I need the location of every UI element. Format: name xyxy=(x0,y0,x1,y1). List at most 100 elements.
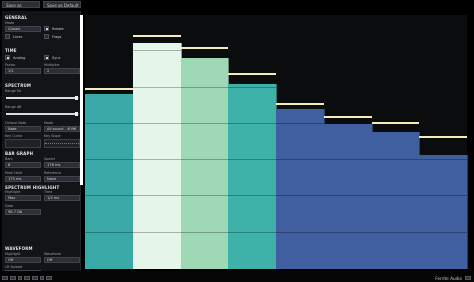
bar-grid-line xyxy=(180,159,229,161)
reference-select[interactable]: None xyxy=(44,176,80,182)
sh-time-input[interactable]: 1/2 ms xyxy=(44,195,80,201)
sync-label: Sync xyxy=(52,55,61,60)
key-slope-label: Key Slope xyxy=(44,134,61,138)
sh-time-label: Time xyxy=(44,190,53,194)
bars-icon[interactable] xyxy=(24,276,30,280)
peak-hold-label: Peak Hold xyxy=(5,171,22,175)
bar-grid-line xyxy=(228,122,276,124)
spectrum-bar xyxy=(323,124,373,269)
wf-waveform-select[interactable]: Off xyxy=(44,257,80,263)
bars-input[interactable]: 8 xyxy=(5,162,41,168)
settings-panel: GENERAL Mode Classic Rotate Lines Flags … xyxy=(2,11,81,275)
flags-checkbox[interactable] xyxy=(44,34,49,39)
bar-grid-line xyxy=(371,195,420,197)
bar-grid-line xyxy=(132,122,181,124)
camera-icon[interactable] xyxy=(46,276,52,280)
bar-grid-line xyxy=(132,50,181,52)
bar-grid-line xyxy=(85,159,133,161)
section-waveform-title: WAVEFORM xyxy=(5,246,33,251)
bar-grid-line xyxy=(371,159,420,161)
window-icon[interactable] xyxy=(2,276,8,280)
bar-grid-line xyxy=(85,122,133,124)
resize-icon[interactable] xyxy=(465,276,471,280)
peak-hold-marker xyxy=(323,115,372,118)
lr-spread-label: LR Spread xyxy=(5,265,23,269)
speed-input[interactable]: 176 ms xyxy=(44,162,80,168)
octave-select[interactable]: Note xyxy=(5,126,41,132)
bar-grid-line xyxy=(419,159,467,161)
lines-checkbox[interactable] xyxy=(5,34,10,39)
panel-scrollbar-thumb[interactable] xyxy=(80,15,83,185)
factor-select[interactable]: 1/1 xyxy=(5,68,41,74)
bar-grid-line xyxy=(228,86,276,88)
multiplier-input[interactable]: 2 xyxy=(44,68,80,74)
bar-grid-line xyxy=(276,195,324,197)
bar-grid-line xyxy=(180,122,229,124)
ratio-icon[interactable] xyxy=(10,276,16,280)
range-db-slider[interactable] xyxy=(6,112,79,116)
grid-icon[interactable] xyxy=(32,276,38,280)
bar-grid-line xyxy=(180,195,229,197)
range-db-label: Range dB xyxy=(5,105,22,109)
spectrum-mode-select[interactable]: All sound - 4096 xyxy=(44,126,80,132)
bar-grid-line xyxy=(323,159,372,161)
brand-label: Ferrite Audio xyxy=(435,276,462,281)
spectrum-bar xyxy=(85,93,134,269)
speed-label: Speed xyxy=(44,157,55,161)
bar-grid-line xyxy=(85,231,133,233)
range-hz-slider-handle[interactable] xyxy=(75,96,79,100)
range-hz-slider[interactable] xyxy=(6,96,79,100)
spectrum-bar xyxy=(371,131,421,269)
spectrum-mode-label: Mode xyxy=(44,121,54,125)
wf-highlight-select[interactable]: Off xyxy=(5,257,41,263)
section-general-title: GENERAL xyxy=(5,15,28,20)
key-slope-line xyxy=(45,143,79,144)
save-as-button[interactable]: Save as xyxy=(2,1,40,8)
bar-grid-line xyxy=(132,231,181,233)
octave-label: Octave Note xyxy=(5,121,27,125)
sh-highlight-select[interactable]: Max xyxy=(5,195,41,201)
range-hz-label: Range Hz xyxy=(5,89,22,93)
bar-grid-line xyxy=(323,195,372,197)
section-bar-graph-title: BAR GRAPH xyxy=(5,151,34,156)
bar-grid-line xyxy=(228,159,276,161)
spectrum-bar xyxy=(228,83,277,269)
bar-grid-line xyxy=(180,86,229,88)
peak-hold-marker xyxy=(85,87,133,90)
spectrum-bar-chart: 20501002005001k2k5k10k20k xyxy=(85,15,468,275)
section-spectrum-title: SPECTRUM xyxy=(5,83,32,88)
bar-grid-line xyxy=(228,195,276,197)
range-db-slider-fill xyxy=(6,113,77,115)
panel-icon[interactable] xyxy=(18,276,22,280)
mode-select[interactable]: Classic xyxy=(5,26,41,32)
footer-bar: Ferrite Audio xyxy=(0,271,474,282)
range-db-slider-handle[interactable] xyxy=(75,112,79,116)
bars-label: Bars xyxy=(5,157,13,161)
spectrum-bar xyxy=(132,42,182,269)
record-icon[interactable] xyxy=(40,276,44,280)
analog-checkbox[interactable] xyxy=(5,55,10,60)
factor-label: Factor xyxy=(5,63,16,67)
key-curve-graph[interactable] xyxy=(5,139,41,148)
save-as-default-button[interactable]: Save as Default xyxy=(43,1,81,8)
sync-checkbox[interactable] xyxy=(44,55,49,60)
peak-hold-input[interactable]: 175 ms xyxy=(5,176,41,182)
bar-grid-line xyxy=(132,86,181,88)
key-curve-label: Key Curve xyxy=(5,134,23,138)
panel-scrollbar[interactable] xyxy=(80,15,83,185)
bar-grid-line xyxy=(132,195,181,197)
bar-grid-line xyxy=(276,122,324,124)
wf-waveform-label: Waveform xyxy=(44,252,62,256)
section-time-title: TIME xyxy=(5,48,17,53)
spectrum-bar xyxy=(180,58,230,269)
multiplier-label: Multiplier xyxy=(44,63,60,67)
peak-hold-marker xyxy=(228,72,276,75)
peak-hold-marker xyxy=(371,122,420,125)
sh-data-value: 98.7 Db xyxy=(5,209,41,215)
peak-hold-marker xyxy=(132,34,181,37)
flags-label: Flags xyxy=(52,34,62,39)
key-slope-graph[interactable] xyxy=(44,139,80,148)
bar-grid-line xyxy=(228,231,276,233)
rotate-checkbox[interactable] xyxy=(44,26,49,31)
bar-grid-line xyxy=(180,231,229,233)
